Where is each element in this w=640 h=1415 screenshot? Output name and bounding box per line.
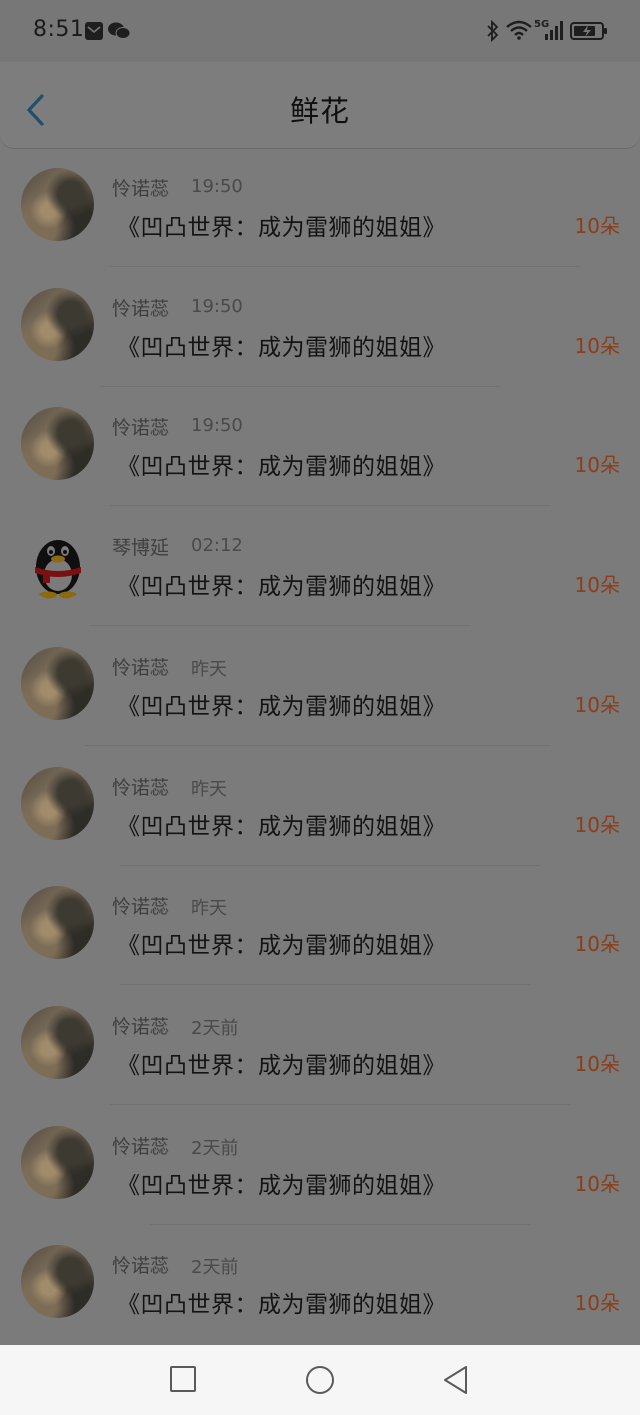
list-item[interactable]: 怜诺蕊 19:50 《凹凸世界：成为雷狮的姐姐》 10朵 xyxy=(0,268,640,388)
user-name: 怜诺蕊 xyxy=(112,1255,170,1278)
avatar-photo[interactable] xyxy=(21,287,94,361)
avatar-photo[interactable] xyxy=(21,407,94,481)
list-item[interactable]: 怜诺蕊 昨天《凹凸世界：成为雷狮的姐姐》 10朵 xyxy=(0,627,640,747)
triangle-back-icon[interactable] xyxy=(442,1365,470,1395)
timestamp: 02:12 xyxy=(191,535,243,557)
flower-count: 10朵 xyxy=(574,333,620,358)
avatar-photo[interactable] xyxy=(21,1125,94,1199)
user-name: 怜诺蕊 xyxy=(112,297,170,320)
flower-count: 10朵 xyxy=(574,214,620,238)
flower-count: 10朵 xyxy=(574,1291,620,1316)
flower-count: 10朵 xyxy=(574,932,620,957)
flower-count: 10朵 xyxy=(574,692,620,717)
list-item[interactable]: 琴博延 02:12 《凹凸世界：成为雷狮的姐姐》 10朵 xyxy=(0,507,640,627)
page-title: 鲜花 xyxy=(289,94,350,128)
flower-count: 10朵 xyxy=(574,573,620,598)
timestamp: 昨天 xyxy=(191,778,227,800)
list-item[interactable]: 怜诺蕊 2天前《凹凸世界：成为雷狮的姐姐》 10朵 xyxy=(0,1225,640,1345)
avatar-qq-penguin[interactable] xyxy=(21,527,94,600)
book-title: 《凹凸世界：成为雷狮的姐姐》 xyxy=(117,1292,446,1319)
wifi-icon xyxy=(506,20,532,40)
battery-charging-icon xyxy=(570,22,607,40)
system-nav-bar xyxy=(0,1345,640,1415)
timestamp: 19:50 xyxy=(191,415,243,437)
list-item[interactable]: 怜诺蕊 昨天《凹凸世界：成为雷狮的姐姐》 10朵 xyxy=(0,747,640,867)
avatar-photo[interactable] xyxy=(21,886,94,960)
user-name: 怜诺蕊 xyxy=(112,656,170,679)
user-name: 怜诺蕊 xyxy=(112,417,170,440)
square-recents-icon[interactable] xyxy=(169,1365,197,1393)
status-bar: 8:51 5G xyxy=(0,0,640,62)
flower-count: 10朵 xyxy=(574,812,620,837)
book-title: 《凹凸世界：成为雷狮的姐姐》 xyxy=(117,454,446,481)
book-title: 《凹凸世界：成为雷狮的姐姐》 xyxy=(117,334,446,361)
user-name: 怜诺蕊 xyxy=(112,776,170,799)
timestamp: 19:50 xyxy=(191,295,243,317)
bluetooth-icon xyxy=(487,20,499,42)
timestamp: 2天前 xyxy=(191,1017,239,1039)
user-name: 怜诺蕊 xyxy=(112,178,170,200)
list-item[interactable]: 怜诺蕊 19:50 《凹凸世界：成为雷狮的姐姐》 10朵 xyxy=(0,148,640,268)
book-title: 《凹凸世界：成为雷狮的姐姐》 xyxy=(117,933,446,960)
user-name: 怜诺蕊 xyxy=(112,1135,170,1158)
timestamp: 2天前 xyxy=(191,1257,239,1279)
list-item[interactable]: 怜诺蕊 昨天《凹凸世界：成为雷狮的姐姐》 10朵 xyxy=(0,866,640,986)
timestamp: 昨天 xyxy=(191,898,227,920)
book-title: 《凹凸世界：成为雷狮的姐姐》 xyxy=(117,813,446,840)
flower-list: 怜诺蕊 19:50 《凹凸世界：成为雷狮的姐姐》 10朵 怜诺蕊 19:50 《凹凸世界：成… xyxy=(0,148,640,1345)
flower-count: 10朵 xyxy=(574,453,620,478)
timestamp: 19:50 xyxy=(191,176,243,197)
user-name: 怜诺蕊 xyxy=(112,896,170,919)
mail-icon xyxy=(85,22,103,40)
book-title: 《凹凸世界：成为雷狮的姐姐》 xyxy=(117,1172,446,1199)
book-title: 《凹凸世界：成为雷狮的姐姐》 xyxy=(117,215,446,241)
book-title: 《凹凸世界：成为雷狮的姐姐》 xyxy=(117,574,446,601)
user-name: 怜诺蕊 xyxy=(112,1015,170,1038)
status-time: 8:51 xyxy=(33,17,85,42)
avatar-photo[interactable] xyxy=(21,168,94,241)
avatar-photo[interactable] xyxy=(21,766,94,840)
flower-count: 10朵 xyxy=(574,1051,620,1076)
list-item[interactable]: 怜诺蕊 2天前《凹凸世界：成为雷狮的姐姐》 10朵 xyxy=(0,986,640,1106)
flower-count: 10朵 xyxy=(574,1171,620,1196)
timestamp: 2天前 xyxy=(191,1137,239,1159)
wechat-icon xyxy=(108,22,130,39)
avatar-photo[interactable] xyxy=(21,646,94,720)
list-item[interactable]: 怜诺蕊 2天前《凹凸世界：成为雷狮的姐姐》 10朵 xyxy=(0,1106,640,1226)
top-app-bar: 鲜花 xyxy=(0,62,640,148)
signal-icon xyxy=(545,21,563,40)
circle-home-icon[interactable] xyxy=(305,1365,335,1395)
timestamp: 昨天 xyxy=(191,658,227,680)
qq-penguin-icon xyxy=(35,540,81,599)
book-title: 《凹凸世界：成为雷狮的姐姐》 xyxy=(117,693,446,720)
list-item[interactable]: 怜诺蕊 19:50 《凹凸世界：成为雷狮的姐姐》 10朵 xyxy=(0,387,640,507)
book-title: 《凹凸世界：成为雷狮的姐姐》 xyxy=(117,1052,446,1079)
user-name: 琴博延 xyxy=(112,537,170,560)
avatar-photo[interactable] xyxy=(21,1245,94,1319)
avatar-photo[interactable] xyxy=(21,1005,94,1079)
